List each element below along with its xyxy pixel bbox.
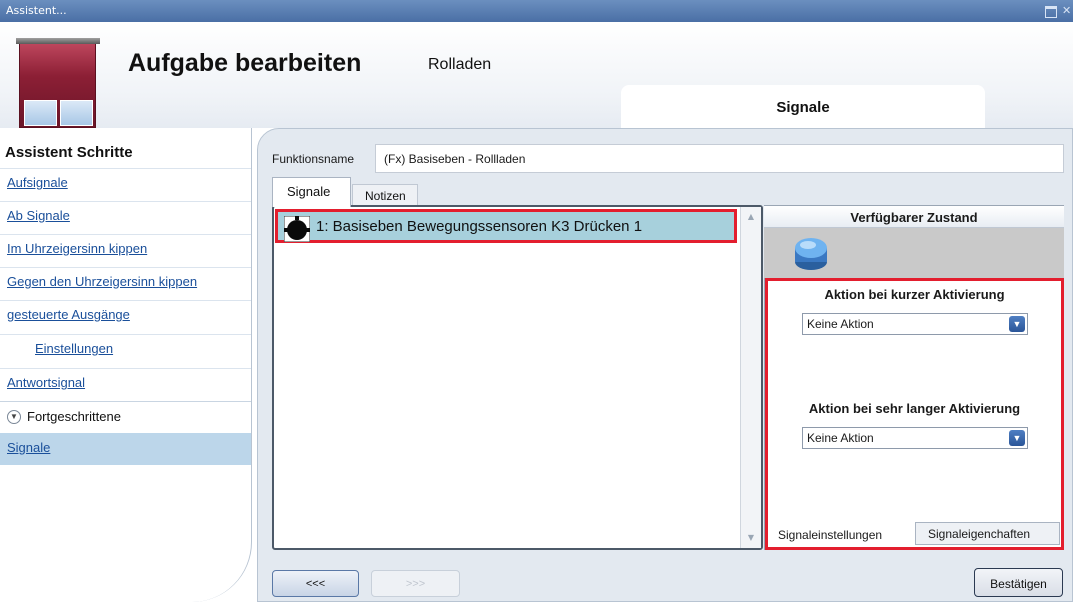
- window-pane-right: [60, 100, 93, 126]
- long-activation-select[interactable]: Keine Aktion ▼: [802, 427, 1028, 449]
- tab-signale[interactable]: Signale: [272, 177, 351, 207]
- scroll-down-icon[interactable]: ▼: [741, 530, 761, 546]
- page-subtitle: Rolladen: [428, 56, 492, 73]
- section-tab-label: Signale: [776, 99, 830, 116]
- step-antwortsignal[interactable]: Antwortsignal: [0, 368, 251, 400]
- subtab-signaleinstellungen[interactable]: Signaleinstellungen: [770, 523, 913, 547]
- short-activation-value: Keine Aktion: [807, 317, 874, 331]
- signal-list-scrollbar[interactable]: ▲ ▼: [740, 207, 761, 548]
- sensor-button-icon: [284, 216, 310, 242]
- chevron-down-icon: ▼: [7, 410, 21, 424]
- step-ab-signale[interactable]: Ab Signale: [0, 201, 251, 233]
- sidebar-heading: Assistent Schritte: [5, 144, 133, 161]
- short-activation-select[interactable]: Keine Aktion ▼: [802, 313, 1028, 335]
- title-bar: Assistent... ✕: [0, 0, 1073, 22]
- long-activation-value: Keine Aktion: [807, 431, 874, 445]
- step-signale-active[interactable]: Signale: [0, 433, 251, 465]
- signal-list: [272, 205, 763, 550]
- step-aufsignale[interactable]: Aufsignale: [0, 168, 251, 200]
- step-im-uhrzeigersinn[interactable]: Im Uhrzeigersinn kippen: [0, 234, 251, 266]
- back-button[interactable]: <<<: [272, 570, 359, 597]
- header: Aufgabe bearbeiten Rolladen Signale: [0, 22, 1073, 128]
- short-activation-label: Aktion bei kurzer Aktivierung: [824, 287, 1005, 302]
- advanced-section-toggle[interactable]: ▼ Fortgeschrittene: [0, 401, 251, 432]
- chevron-down-icon[interactable]: ▼: [1009, 316, 1025, 332]
- subtab-signaleigenschaften[interactable]: Signaleigenchaften: [915, 522, 1060, 545]
- section-tab-signale: Signale: [621, 85, 985, 128]
- function-name-input[interactable]: (Fx) Basiseben - Rollladen: [375, 144, 1064, 173]
- window-pane-left: [24, 100, 57, 126]
- chevron-down-icon[interactable]: ▼: [1009, 430, 1025, 446]
- page-title: Aufgabe bearbeiten: [128, 49, 362, 77]
- window-title: Assistent...: [6, 4, 67, 17]
- step-gesteuerte-ausgaenge[interactable]: gesteuerte Ausgänge: [0, 300, 251, 332]
- push-button-icon[interactable]: [793, 234, 829, 272]
- confirm-button[interactable]: Bestätigen: [974, 568, 1063, 597]
- wizard-steps-sidebar: Assistent Schritte Aufsignale Ab Signale…: [0, 128, 252, 602]
- step-einstellungen[interactable]: Einstellungen: [0, 334, 251, 366]
- signal-list-item[interactable]: 1: Basiseben Bewegungssensoren K3 Drücke…: [275, 209, 737, 243]
- function-name-label: Funktionsname: [272, 152, 355, 166]
- close-icon[interactable]: ✕: [1062, 5, 1073, 16]
- step-gegen-uhrzeigersinn[interactable]: Gegen den Uhrzeigersinn kippen: [0, 267, 251, 299]
- shutter-rod: [16, 38, 100, 44]
- roller-shutter-icon: [16, 38, 100, 128]
- long-activation-label: Aktion bei sehr langer Aktivierung: [808, 401, 1021, 416]
- scroll-up-icon[interactable]: ▲: [741, 209, 761, 225]
- available-state-header: Verfügbarer Zustand: [764, 206, 1064, 228]
- advanced-label: Fortgeschrittene: [27, 409, 121, 424]
- next-button[interactable]: >>>: [371, 570, 460, 597]
- restore-icon[interactable]: [1044, 5, 1057, 18]
- tab-notizen[interactable]: Notizen: [352, 184, 418, 206]
